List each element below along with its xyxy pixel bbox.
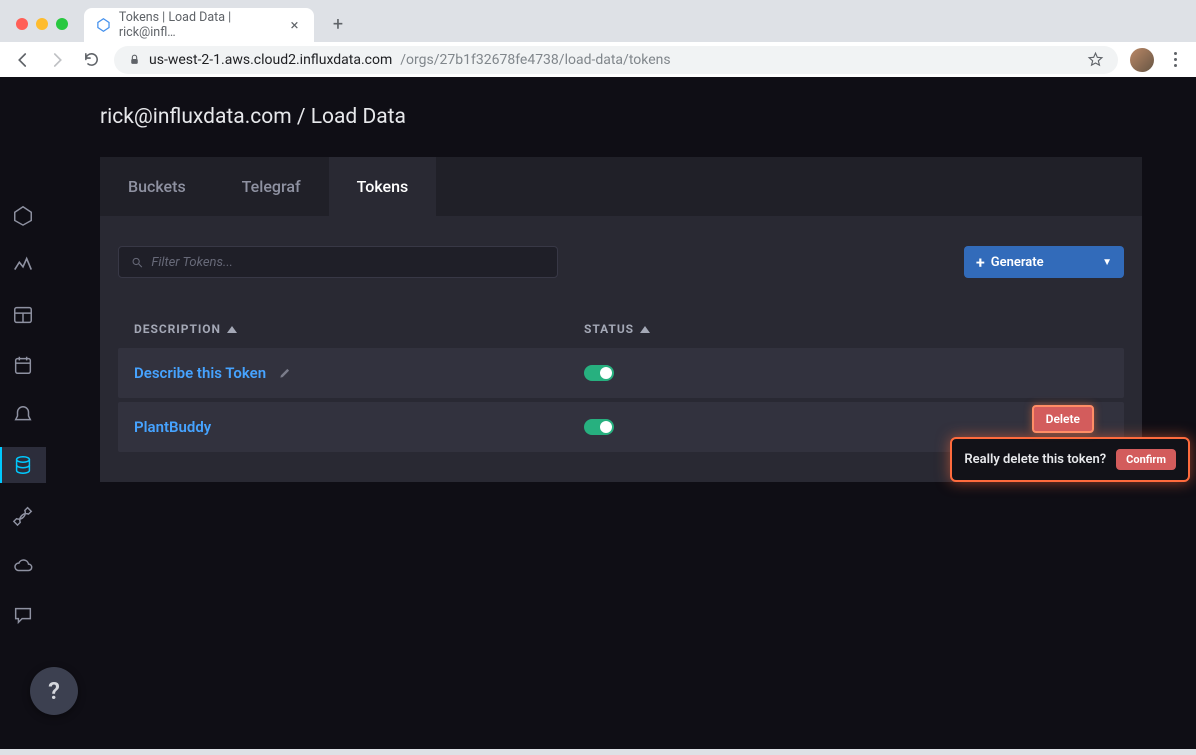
tab-telegraf[interactable]: Telegraf — [214, 157, 329, 216]
window-controls — [10, 18, 78, 42]
influx-favicon-icon — [96, 17, 111, 33]
col-status[interactable]: STATUS — [584, 322, 764, 336]
generate-button[interactable]: + Generate ▼ — [964, 246, 1124, 278]
tab-tokens[interactable]: Tokens — [329, 157, 437, 216]
sidebar-item-load-data[interactable] — [0, 447, 46, 483]
url-input[interactable]: us-west-2-1.aws.cloud2.influxdata.com/or… — [114, 46, 1118, 74]
sidebar-item-dashboards[interactable] — [0, 297, 46, 333]
window-max-icon[interactable] — [56, 18, 68, 30]
sidebar-item-explore[interactable] — [0, 247, 46, 283]
tab-buckets[interactable]: Buckets — [100, 157, 214, 216]
status-toggle[interactable] — [584, 365, 614, 381]
tab-strip: Tokens | Load Data | rick@infl… × + — [0, 0, 1196, 42]
delete-button[interactable]: Delete — [1032, 405, 1094, 433]
sidebar-item-cloud[interactable] — [0, 547, 46, 583]
app-root: rick@influxdata.com / Load Data Buckets … — [0, 77, 1196, 755]
token-link[interactable]: PlantBuddy — [134, 418, 584, 436]
sidebar-item-tasks[interactable] — [0, 347, 46, 383]
confirm-question: Really delete this token? — [964, 452, 1106, 467]
toolbar: + Generate ▼ — [118, 246, 1124, 278]
sidebar-item-alerts[interactable] — [0, 397, 46, 433]
sort-asc-icon — [640, 326, 650, 333]
table-row: Describe this Token — [118, 348, 1124, 398]
search-input[interactable] — [151, 255, 545, 270]
status-toggle[interactable] — [584, 419, 614, 435]
url-host: us-west-2-1.aws.cloud2.influxdata.com — [149, 52, 392, 68]
help-icon: ? — [48, 677, 60, 705]
browser-chrome: Tokens | Load Data | rick@infl… × + us-w… — [0, 0, 1196, 77]
reload-button[interactable] — [80, 49, 102, 71]
sort-asc-icon — [227, 326, 237, 333]
new-tab-button[interactable]: + — [324, 10, 352, 38]
browser-tab[interactable]: Tokens | Load Data | rick@infl… × — [84, 8, 314, 42]
col-description[interactable]: DESCRIPTION — [134, 322, 584, 336]
help-button[interactable]: ? — [30, 667, 78, 715]
search-icon — [131, 256, 143, 269]
confirm-button[interactable]: Confirm — [1116, 449, 1176, 470]
url-path: /orgs/27b1f32678fe4738/load-data/tokens — [400, 52, 670, 68]
token-name-label: Describe this Token — [134, 364, 266, 382]
browser-footer — [0, 749, 1196, 755]
main-content: rick@influxdata.com / Load Data Buckets … — [46, 77, 1196, 755]
forward-button[interactable] — [46, 49, 68, 71]
profile-avatar[interactable] — [1130, 48, 1154, 72]
confirm-dialog: Really delete this token? Confirm — [950, 437, 1190, 482]
sidebar-item-settings[interactable] — [0, 497, 46, 533]
browser-menu-icon[interactable] — [1166, 51, 1184, 69]
sidebar-item-feedback[interactable] — [0, 597, 46, 633]
back-button[interactable] — [12, 49, 34, 71]
close-tab-icon[interactable]: × — [287, 17, 302, 33]
token-link[interactable]: Describe this Token — [134, 364, 584, 382]
bookmark-star-icon[interactable] — [1087, 51, 1104, 68]
window-close-icon[interactable] — [16, 18, 28, 30]
address-bar: us-west-2-1.aws.cloud2.influxdata.com/or… — [0, 42, 1196, 77]
sidebar-item-home[interactable] — [0, 197, 46, 233]
chevron-down-icon: ▼ — [1102, 257, 1112, 268]
lock-icon — [128, 53, 141, 66]
token-name-label: PlantBuddy — [134, 418, 211, 436]
tab-bar: Buckets Telegraf Tokens — [100, 157, 1142, 216]
pencil-icon[interactable] — [278, 366, 292, 380]
sidebar-nav — [0, 77, 46, 755]
search-input-wrap[interactable] — [118, 246, 558, 278]
breadcrumb: rick@influxdata.com / Load Data — [100, 105, 1142, 129]
col-status-label: STATUS — [584, 322, 634, 336]
tab-title: Tokens | Load Data | rick@infl… — [119, 10, 279, 40]
delete-popover: Delete Really delete this token? Confirm — [950, 409, 1190, 482]
col-description-label: DESCRIPTION — [134, 322, 221, 336]
window-min-icon[interactable] — [36, 18, 48, 30]
plus-icon: + — [976, 253, 985, 272]
generate-label: Generate — [991, 255, 1044, 270]
table-header: DESCRIPTION STATUS — [118, 304, 1124, 348]
